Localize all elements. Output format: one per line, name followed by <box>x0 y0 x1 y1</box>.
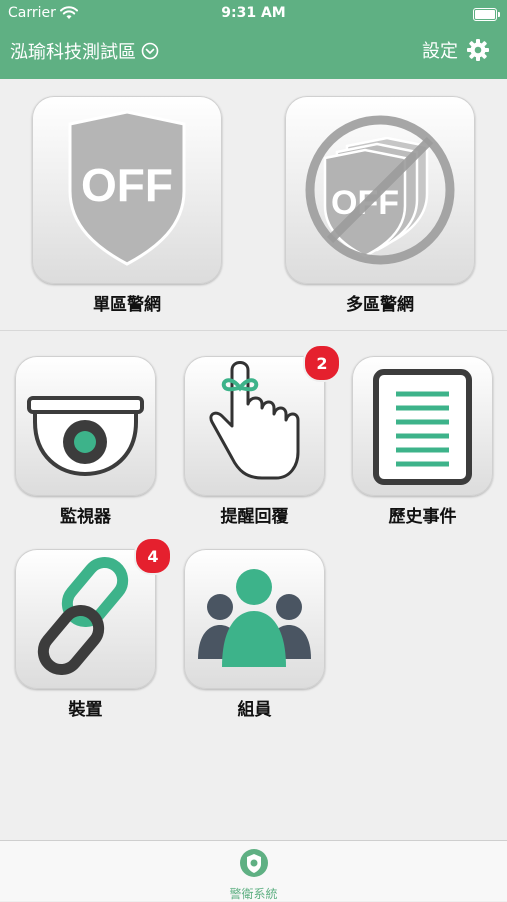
battery-icon <box>473 8 500 21</box>
reminder-reply-label: 提醒回覆 <box>220 507 289 527</box>
shield-off-icon: OFF <box>68 110 186 266</box>
reminder-reply-tile[interactable]: 提醒回覆 <box>184 356 325 531</box>
camera-label: 監視器 <box>60 507 111 527</box>
shield-off-text: OFF <box>81 159 173 211</box>
settings-label: 設定 <box>422 41 458 62</box>
single-zone-alarm-button[interactable]: OFF <box>32 96 222 284</box>
history-events-label: 歷史事件 <box>388 507 457 527</box>
members-tile[interactable]: 組員 <box>184 549 325 724</box>
tab-bar: 警衛系統 <box>0 840 507 901</box>
tab-guard-system-label: 警衛系統 <box>229 887 278 901</box>
section-divider <box>0 330 507 331</box>
site-selector[interactable]: 泓瑜科技測試區 <box>10 38 159 64</box>
tab-guard-system[interactable]: 警衛系統 <box>0 847 507 902</box>
guard-system-icon <box>239 849 268 877</box>
gear-icon <box>467 39 489 61</box>
site-name: 泓瑜科技測試區 <box>10 42 136 63</box>
nav-bar: 泓瑜科技測試區 設定 <box>0 28 507 79</box>
settings-button[interactable]: 設定 <box>422 37 490 63</box>
devices-tile[interactable]: 裝置 <box>15 549 156 724</box>
camera-button[interactable] <box>15 356 156 496</box>
single-zone-alarm-tile[interactable]: OFF 單區警網 <box>32 96 222 316</box>
chain-link-icon <box>37 557 129 675</box>
devices-badge: 4 <box>134 537 172 575</box>
clock: 9:31 AM <box>221 5 286 21</box>
status-bar: Carrier 9:31 AM <box>0 0 507 28</box>
multi-zone-alarm-tile[interactable]: OFF 多區警網 <box>285 96 475 316</box>
app-header: Carrier 9:31 AM 泓瑜科技測試區 設定 <box>0 0 507 79</box>
group-members-icon <box>198 569 311 667</box>
camera-tile[interactable]: 監視器 <box>15 356 156 531</box>
history-events-button[interactable] <box>352 356 493 496</box>
multi-zone-alarm-label: 多區警網 <box>346 295 414 315</box>
devices-label: 裝置 <box>68 700 103 720</box>
camera-icon <box>27 396 144 477</box>
chevron-down-circle-icon <box>141 42 159 60</box>
multi-zone-alarm-button[interactable]: OFF <box>285 96 475 284</box>
members-button[interactable] <box>184 549 325 689</box>
members-label: 組員 <box>237 700 272 720</box>
document-list-icon <box>373 369 472 485</box>
multi-shield-off-prohibited-icon: OFF <box>305 115 455 265</box>
reminder-badge: 2 <box>303 344 341 382</box>
reminder-reply-button[interactable] <box>184 356 325 496</box>
history-events-tile[interactable]: 歷史事件 <box>352 356 493 531</box>
single-zone-alarm-label: 單區警網 <box>93 295 161 315</box>
devices-button[interactable] <box>15 549 156 689</box>
reminder-hand-icon <box>209 361 300 480</box>
